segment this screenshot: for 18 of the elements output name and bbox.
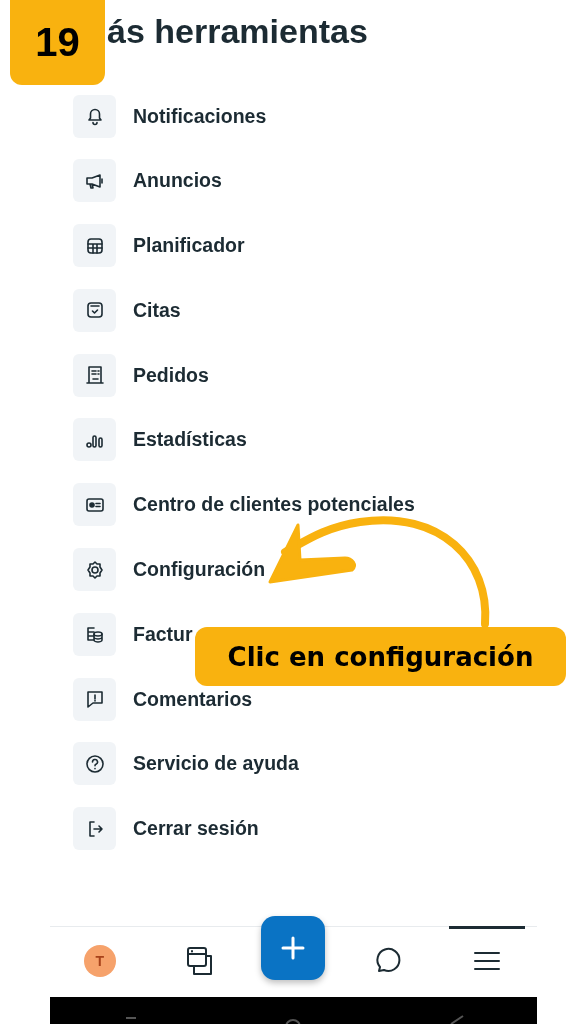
create-button[interactable]	[261, 916, 326, 980]
menu-item[interactable]: Planificador	[133, 234, 245, 258]
menu-item[interactable]: Centro de clientes potenciales	[133, 493, 415, 517]
menu-item[interactable]: Citas	[133, 298, 181, 322]
menu-item[interactable]: Notificaciones	[133, 104, 267, 128]
step-badge: 19	[10, 0, 105, 85]
menu-item[interactable]: Anuncios	[133, 169, 222, 193]
menu-item[interactable]: Servicio de ayuda	[133, 752, 299, 776]
avatar: T	[83, 944, 116, 977]
plus-icon	[280, 935, 307, 961]
callout-label: Clic en configuración	[195, 627, 566, 686]
menu-item[interactable]: Cerrar sesión	[133, 817, 259, 841]
menu-item[interactable]: Factur	[133, 622, 193, 646]
menu-item[interactable]: Pedidos	[133, 363, 209, 387]
menu-item[interactable]: Estadísticas	[133, 428, 247, 452]
menu-item[interactable]: Comentarios	[133, 687, 253, 711]
menu-item[interactable]: Configuración	[133, 558, 266, 582]
page-title: ás herramientas	[107, 12, 368, 51]
